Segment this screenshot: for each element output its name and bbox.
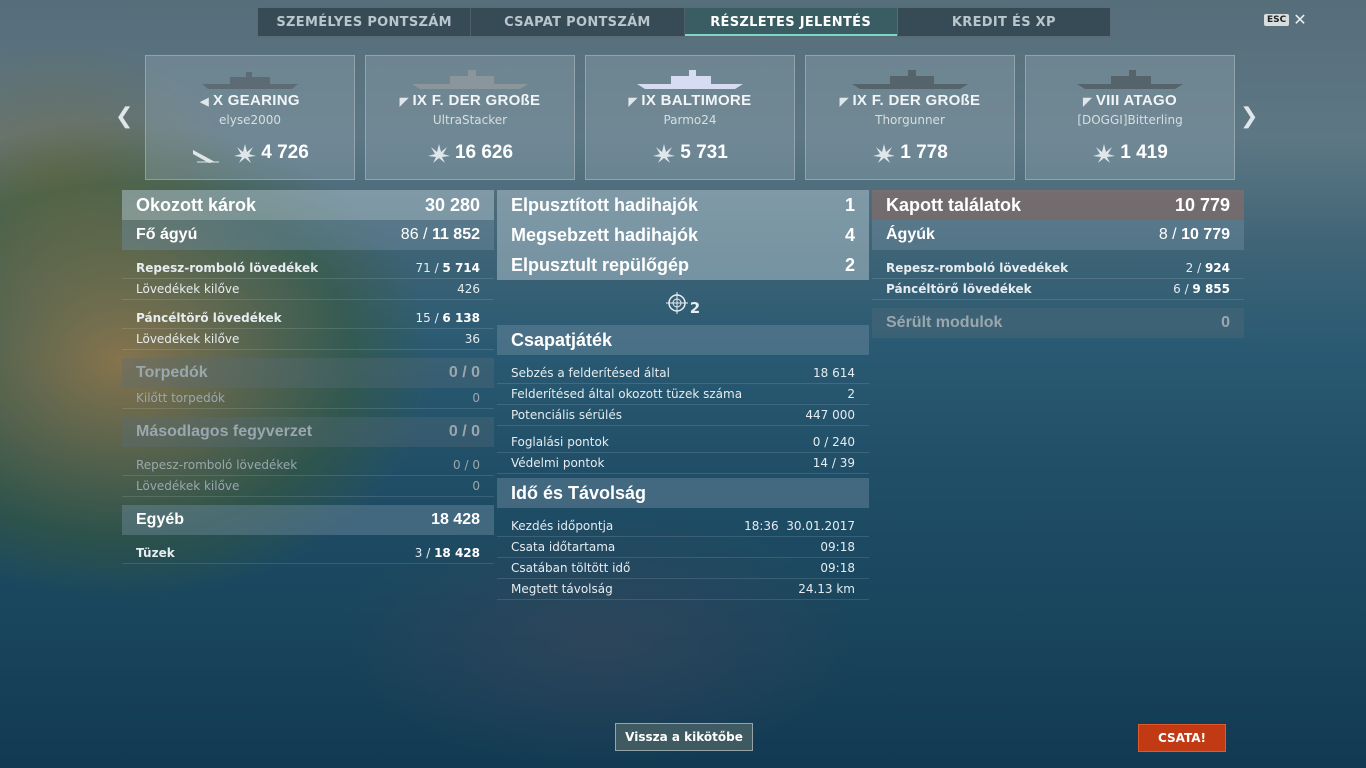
ship-silhouette-icon xyxy=(637,70,743,89)
damage-burst-icon xyxy=(653,144,676,163)
time-distance-header: Idő és Távolság xyxy=(497,478,869,508)
close-button[interactable]: ESC ✕ xyxy=(1264,10,1307,29)
cruiser-icon: ◤ xyxy=(1083,96,1092,108)
stat-row: Potenciális sérülés 447 000 xyxy=(497,405,869,426)
player-name: [DOGGI]Bitterling xyxy=(1077,113,1183,127)
torpedoes-header: Torpedók 0 / 0 xyxy=(122,358,494,388)
damage-dealt-header: Okozott károk 30 280 xyxy=(122,190,494,220)
stat-row: Csatában töltött idő 09:18 xyxy=(497,558,869,579)
card-score: 4 726 xyxy=(146,142,354,164)
prev-arrow-icon[interactable]: ❮ xyxy=(115,104,133,129)
damaged-modules-header: Sérült modulok 0 xyxy=(872,308,1244,338)
esc-key-label: ESC xyxy=(1264,14,1290,26)
next-arrow-icon[interactable]: ❯ xyxy=(1240,104,1258,129)
battleship-icon: ◤ xyxy=(399,96,409,108)
player-name: Thorgunner xyxy=(875,113,945,127)
cruiser-icon: ◤ xyxy=(628,96,638,108)
stat-row: Tüzek 3 / 18 428 xyxy=(122,543,494,564)
player-name: elyse2000 xyxy=(219,113,281,127)
ship-silhouette-icon xyxy=(852,70,968,89)
damage-burst-icon xyxy=(1093,144,1116,163)
stat-row: Megtett távolság 24.13 km xyxy=(497,579,869,600)
damage-burst-icon xyxy=(427,144,450,163)
card-score: 5 731 xyxy=(586,142,794,164)
tab-credits-xp[interactable]: KREDIT ÉS XP xyxy=(898,8,1110,36)
other-header: Egyéb 18 428 xyxy=(122,505,494,535)
ship-name: ◤ IX F. DER GROßE xyxy=(839,92,981,109)
hits-received-header: Kapott találatok 10 779 xyxy=(872,190,1244,220)
stat-row: Páncéltörő lövedékek 15 / 6 138 xyxy=(122,308,494,329)
ship-card[interactable]: ◤ VIII ATAGO [DOGGI]Bitterling 1 419 xyxy=(1025,55,1235,180)
ship-name: ◤ VIII ATAGO xyxy=(1083,92,1177,109)
ship-silhouette-icon xyxy=(1077,70,1183,89)
damaged-ships-header: Megsebzett hadihajók 4 xyxy=(497,220,869,250)
stat-row: Repesz-romboló lövedékek 71 / 5 714 xyxy=(122,258,494,279)
teamplay-header: Csapatjáték xyxy=(497,325,869,355)
stat-row: Lövedékek kilőve 0 xyxy=(122,476,494,497)
stat-row: Lövedékek kilőve 36 xyxy=(122,329,494,350)
stat-row: Kilőtt torpedók 0 xyxy=(122,388,494,409)
stat-row: Védelmi pontok 14 / 39 xyxy=(497,453,869,474)
battle-button[interactable]: CSATA! xyxy=(1138,724,1226,752)
battleship-icon: ◤ xyxy=(839,96,849,108)
stat-row: Lövedékek kilőve 426 xyxy=(122,279,494,300)
stat-row: Páncéltörő lövedékek 6 / 9 855 xyxy=(872,279,1244,300)
stat-row: Csata időtartama 09:18 xyxy=(497,537,869,558)
damage-received-panel: Kapott találatok 10 779 Ágyúk 8 / 10 779 R… xyxy=(872,190,1244,338)
secondary-header: Másodlagos fegyverzet 0 / 0 xyxy=(122,417,494,447)
card-score: 16 626 xyxy=(366,142,574,164)
tab-detailed-report[interactable]: RÉSZLETES JELENTÉS xyxy=(684,8,898,36)
report-tabs: SZEMÉLYES PONTSZÁM CSAPAT PONTSZÁM RÉSZL… xyxy=(257,7,1111,37)
spotted-counter: 2 xyxy=(497,280,869,325)
results-panel: Elpusztított hadihajók 1 Megsebzett hadih… xyxy=(497,190,869,600)
ship-card[interactable]: ◤ IX F. DER GROßE Thorgunner 1 778 xyxy=(805,55,1015,180)
stat-row: Repesz-romboló lövedékek 2 / 924 xyxy=(872,258,1244,279)
damage-dealt-panel: Okozott károk 30 280 Fő ágyú 86 / 11 852 R… xyxy=(122,190,494,564)
ship-card[interactable]: ◤ IX BALTIMORE Parmo24 5 731 xyxy=(585,55,795,180)
player-name: Parmo24 xyxy=(663,113,717,127)
card-score: 1 419 xyxy=(1026,142,1234,164)
damage-burst-icon xyxy=(234,144,257,163)
guns-header: Ágyúk 8 / 10 779 xyxy=(872,220,1244,250)
main-battery-header: Fő ágyú 86 / 11 852 xyxy=(122,220,494,250)
stat-row: Sebzés a felderítésed által 18 614 xyxy=(497,363,869,384)
stat-row: Repesz-romboló lövedékek 0 / 0 xyxy=(122,455,494,476)
ship-card[interactable]: ◤ IX F. DER GROßE UltraStacker 16 626 xyxy=(365,55,575,180)
ship-name: ◤ IX BALTIMORE xyxy=(628,92,752,109)
ship-name: ◀ X GEARING xyxy=(200,92,300,109)
ship-card[interactable]: ◀ X GEARING elyse2000 4 726 xyxy=(145,55,355,180)
stat-row: Foglalási pontok 0 / 240 xyxy=(497,432,869,453)
back-to-port-button[interactable]: Vissza a kikötőbe xyxy=(615,723,753,751)
crosshair-icon xyxy=(665,291,688,314)
damage-burst-icon xyxy=(873,144,896,163)
sinking-ship-icon xyxy=(193,150,220,163)
tab-team-score[interactable]: CSAPAT PONTSZÁM xyxy=(471,8,685,36)
stat-row: Kezdés időpontja 18:36 30.01.2017 xyxy=(497,516,869,537)
ship-silhouette-icon xyxy=(412,70,528,89)
stat-row: Felderítésed által okozott tüzek száma 2 xyxy=(497,384,869,405)
destroyed-ships-header: Elpusztított hadihajók 1 xyxy=(497,190,869,220)
planes-destroyed-header: Elpusztult repülőgép 2 xyxy=(497,250,869,280)
ship-cards: ◀ X GEARING elyse2000 4 726 ◤ IX F. DER GR… xyxy=(145,55,1235,180)
ship-silhouette-icon xyxy=(202,72,298,89)
tab-personal-score[interactable]: SZEMÉLYES PONTSZÁM xyxy=(258,8,472,36)
close-icon: ✕ xyxy=(1293,10,1307,29)
player-name: UltraStacker xyxy=(432,113,508,127)
card-score: 1 778 xyxy=(806,142,1014,164)
ship-name: ◤ IX F. DER GROßE xyxy=(399,92,541,109)
destroyer-icon: ◀ xyxy=(200,96,209,108)
